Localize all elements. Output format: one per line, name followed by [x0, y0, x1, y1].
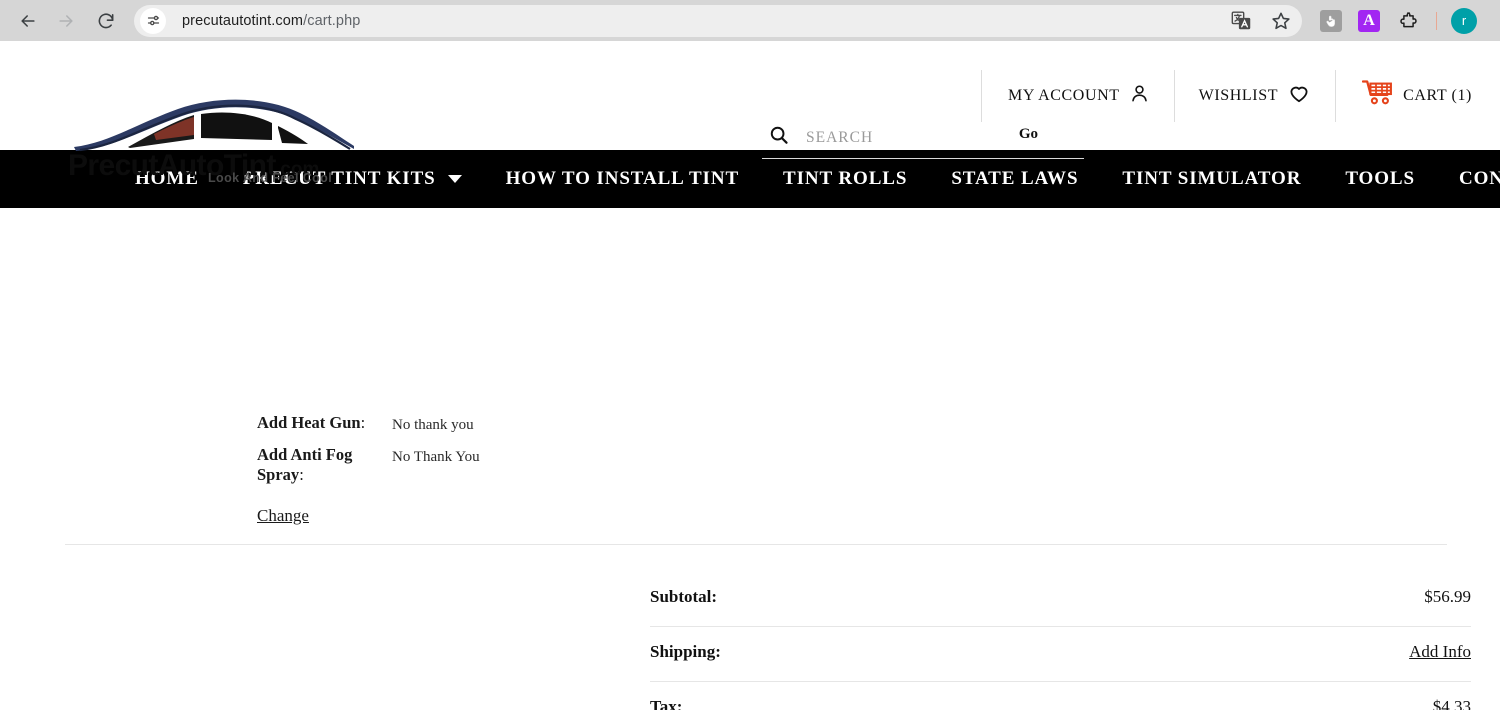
totals-label: Shipping: [650, 642, 721, 661]
chevron-down-icon [447, 175, 462, 183]
extension-icons: A [1320, 8, 1422, 34]
site-header: PrecutAutoTint .com Look And Feel Cool G… [0, 41, 1500, 183]
search-icon [768, 124, 790, 151]
reload-button[interactable] [90, 5, 122, 37]
back-button[interactable] [12, 5, 44, 37]
omnibox-actions [1228, 5, 1294, 37]
totals-value: $56.99 [1424, 587, 1471, 606]
arrow-left-icon [21, 14, 35, 27]
wishlist-link[interactable]: WISHLIST [1175, 81, 1335, 110]
section-divider [65, 544, 1447, 545]
totals-row-tax: Tax: $4.33 [650, 682, 1471, 710]
option-label: Add Anti Fog Spray: [257, 444, 353, 484]
url-domain: precutautotint.com [182, 12, 304, 29]
translate-button[interactable] [1228, 8, 1254, 34]
nav-item-contact-us[interactable]: CONTACT US [1437, 168, 1500, 190]
option-label: Add Heat Gun: [257, 413, 366, 432]
extension-a-icon[interactable]: A [1358, 9, 1380, 32]
nav-label: TINT ROLLS [783, 168, 908, 189]
forward-button[interactable] [50, 5, 82, 37]
shopping-cart-icon [1361, 79, 1394, 112]
nav-label: CONTACT US [1458, 168, 1500, 189]
cart-label: CART (1) [1403, 86, 1472, 104]
bookmark-button[interactable] [1268, 8, 1294, 34]
nav-item-state-laws[interactable]: STATE LAWS [929, 168, 1100, 190]
option-row: Add Heat Gun: No thank you [257, 413, 777, 436]
option-value: No Thank You [392, 448, 480, 465]
url-path: /cart.php [303, 12, 361, 29]
puzzle-piece-icon [1399, 12, 1417, 28]
reload-icon [98, 13, 114, 28]
cart-link[interactable]: CART (1) [1336, 79, 1500, 112]
cart-item-options: Add Heat Gun: No thank you Add Anti Fog … [257, 413, 777, 526]
nav-label: HOW TO INSTALL TINT [505, 168, 740, 189]
heart-icon [1287, 81, 1311, 110]
totals-row-subtotal: Subtotal: $56.99 [650, 572, 1471, 627]
option-value: No thank you [392, 417, 474, 433]
arrow-right-icon [59, 14, 73, 27]
url-text: precutautotint.com/cart.php [182, 13, 360, 29]
nav-label: TINT SIMULATOR [1122, 168, 1302, 189]
add-shipping-info-link[interactable]: Add Info [1409, 641, 1471, 664]
nav-label: STATE LAWS [951, 168, 1079, 189]
logo-graphic: PrecutAutoTint .com Look And Feel Cool [68, 99, 354, 183]
star-icon [1272, 12, 1290, 29]
totals-label: Subtotal: [650, 587, 718, 606]
toolbar-divider [1436, 11, 1437, 30]
option-row: Add Anti Fog Spray: No Thank You [257, 445, 777, 485]
nav-item-how-to-install-tint[interactable]: HOW TO INSTALL TINT [484, 168, 761, 190]
svg-text:Look And Feel Cool: Look And Feel Cool [208, 171, 332, 183]
order-totals: Subtotal: $56.99 Shipping: Add Info Tax:… [650, 572, 1471, 710]
address-bar[interactable]: precutautotint.com/cart.php [134, 4, 1302, 37]
nav-label: TOOLS [1345, 168, 1415, 189]
person-icon [1129, 83, 1150, 109]
totals-label: Tax: [650, 697, 683, 710]
tune-icon [147, 15, 159, 26]
wishlist-label: WISHLIST [1198, 86, 1279, 104]
header-utility-links: MY ACCOUNT WISHLIST CART (1) [981, 41, 1500, 150]
change-options-link[interactable]: Change [257, 506, 309, 526]
totals-value: $4.33 [1432, 697, 1471, 710]
extensions-button[interactable] [1396, 8, 1422, 34]
translate-icon [1231, 11, 1250, 30]
my-account-link[interactable]: MY ACCOUNT [982, 83, 1174, 109]
site-logo[interactable]: PrecutAutoTint .com Look And Feel Cool [68, 91, 360, 183]
hand-extension-icon[interactable] [1320, 9, 1342, 32]
nav-item-tint-simulator[interactable]: TINT SIMULATOR [1100, 168, 1323, 190]
hand-icon [1326, 15, 1335, 27]
totals-row-shipping: Shipping: Add Info [650, 627, 1471, 682]
search-input[interactable] [806, 128, 986, 147]
nav-item-tint-rolls[interactable]: TINT ROLLS [761, 168, 929, 190]
profile-avatar[interactable]: r [1451, 7, 1477, 34]
browser-toolbar: precutautotint.com/cart.php A r [0, 0, 1500, 41]
extension-a-label: A [1363, 11, 1375, 29]
site-settings-button[interactable] [140, 7, 166, 34]
nav-item-tools[interactable]: TOOLS [1323, 168, 1437, 190]
my-account-label: MY ACCOUNT [1008, 86, 1120, 104]
